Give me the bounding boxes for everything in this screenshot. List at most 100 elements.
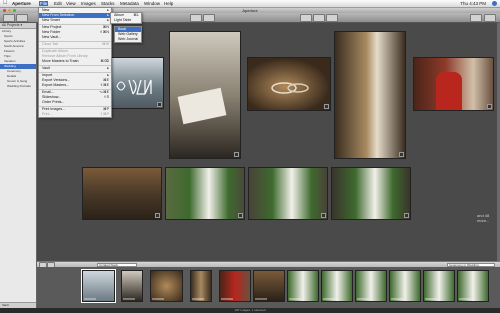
badge-icon <box>234 152 239 157</box>
menu-item-label: Export Versions... <box>42 78 71 82</box>
photo-thumbnail[interactable] <box>334 31 406 159</box>
menu-metadata[interactable]: Metadata <box>120 1 139 6</box>
browser-thumbnail[interactable] <box>355 270 387 302</box>
thumbnail-caption <box>323 298 335 300</box>
browser-thumbnail[interactable] <box>457 270 489 302</box>
thumbnail-caption <box>425 298 437 300</box>
menu-item-label: New Project <box>42 25 62 29</box>
project-tree: Library Sports Sports Activities South A… <box>0 29 36 89</box>
badge-icon <box>324 104 329 109</box>
thumbnail-caption <box>357 298 369 300</box>
photo-content <box>436 72 462 110</box>
menubar-clock: Thu 4:43 PM <box>460 1 486 6</box>
browser-thumbnail[interactable] <box>321 270 353 302</box>
thumbnail-caption <box>221 298 233 300</box>
photo-content <box>271 82 309 94</box>
photo-thumbnail[interactable] <box>110 57 164 109</box>
toolbar-button[interactable] <box>203 14 215 22</box>
browser-thumbnail[interactable] <box>121 270 143 302</box>
file-menu: New ▸ New From Selection ▸ New Smart ▸ New Pro… <box>38 7 112 118</box>
menu-stacks[interactable]: Stacks <box>101 1 115 6</box>
browser-thumbnail[interactable] <box>287 270 319 302</box>
menu-view[interactable]: View <box>66 1 76 6</box>
menu-item-label: New From Selection <box>42 13 75 17</box>
browser-thumbnail[interactable] <box>150 270 183 302</box>
browser-thumbnail[interactable] <box>423 270 455 302</box>
menu-item-label: New Folder <box>42 30 61 34</box>
menu-item-label: Slideshow... <box>42 95 62 99</box>
projects-panel: All Projects ▾ Library Sports Sports Act… <box>0 23 37 308</box>
toolbar-button[interactable] <box>3 14 15 22</box>
thumbnail-caption <box>459 298 471 300</box>
menu-item-label: Move Masters to Trash <box>42 59 79 63</box>
photo-content <box>116 79 152 95</box>
status-bar: 187 images, 1 selected <box>0 308 500 313</box>
menu-aperture[interactable]: Aperture <box>12 1 31 6</box>
menu-help[interactable]: Help <box>164 1 173 6</box>
browser-thumbnail[interactable] <box>219 270 251 302</box>
menu-item-label: Import <box>42 73 53 77</box>
toolbar-button[interactable] <box>484 14 496 22</box>
toolbar-button[interactable] <box>326 14 338 22</box>
thumbnail-caption <box>192 298 204 300</box>
badge-icon <box>157 102 162 107</box>
more-images-label: and 48 more... <box>477 213 490 223</box>
menu-file[interactable]: File <box>39 1 49 6</box>
menu-item-label: Light Table <box>114 18 132 22</box>
photo-thumbnail[interactable] <box>247 57 331 111</box>
badge-icon <box>404 213 409 218</box>
menu-item-label: Vault <box>42 66 50 70</box>
menu-item-label: Duplicate Album <box>42 49 68 53</box>
menu-item-label: Export Masters... <box>42 83 70 87</box>
photo-thumbnail[interactable] <box>413 57 494 111</box>
photo-thumbnail[interactable] <box>331 167 411 220</box>
apple-icon[interactable]:  <box>3 0 8 7</box>
badge-icon <box>487 104 492 109</box>
menu-item-label: Book <box>118 27 127 31</box>
photo-thumbnail[interactable] <box>165 167 245 220</box>
photo-thumbnail[interactable] <box>169 31 241 159</box>
badge-icon <box>321 213 326 218</box>
menu-item-web-journal[interactable]: Web Journal <box>115 37 141 42</box>
menu-item-label: Web Gallery <box>118 32 138 36</box>
status-text: 187 images, 1 selected <box>234 308 266 312</box>
toolbar-button[interactable] <box>300 14 312 22</box>
photo-content <box>177 87 227 125</box>
menu-shortcut: ⇧⌘P <box>99 112 109 116</box>
browser-thumbnail[interactable] <box>389 270 421 302</box>
toolbar-button[interactable] <box>470 14 482 22</box>
thumbnail-caption <box>152 298 164 300</box>
thumbnail-caption <box>84 298 96 300</box>
project-row[interactable]: Wedding Portraits <box>0 84 36 89</box>
badge-icon <box>238 213 243 218</box>
menu-edit[interactable]: Edit <box>54 1 62 6</box>
photo-thumbnail[interactable] <box>248 167 328 220</box>
thumbnail-caption <box>255 298 267 300</box>
thumbnail-caption <box>391 298 403 300</box>
thumbnail-caption <box>289 298 301 300</box>
menu-item-label: Close Tab <box>42 42 58 46</box>
menu-item-label: Print Images... <box>42 107 66 111</box>
menu-item-light-table[interactable]: Light Table <box>111 18 141 23</box>
photo-thumbnail[interactable] <box>82 167 162 220</box>
new-from-selection-submenu: Album ⌘L Light Table <box>110 12 142 24</box>
menu-images[interactable]: Images <box>81 1 96 6</box>
toolbar-button[interactable] <box>313 14 325 22</box>
menu-item-print: Print... ⇧⌘P <box>39 112 111 117</box>
toolbar-button[interactable] <box>16 14 28 22</box>
browser-thumbnail-selected[interactable] <box>81 269 116 303</box>
menu-item-label: Print... <box>42 112 53 116</box>
browser-thumbnail[interactable] <box>253 270 285 302</box>
projects-header-label: All Projects ▾ <box>2 23 23 27</box>
browser-thumbnail[interactable] <box>190 270 212 302</box>
badge-icon <box>155 213 160 218</box>
browser-strip <box>37 267 500 308</box>
menu-item-label: Web Journal <box>118 37 139 41</box>
menu-item-label: Remove Album From Library <box>42 54 88 58</box>
toolbar-button[interactable] <box>190 14 202 22</box>
menu-window[interactable]: Window <box>144 1 160 6</box>
spotlight-icon[interactable] <box>492 1 497 6</box>
menu-item-label: Album <box>114 13 125 17</box>
menu-item-label: Email... <box>42 90 54 94</box>
new-from-selection-book-submenu: Book Web Gallery Web Journal <box>114 26 142 43</box>
